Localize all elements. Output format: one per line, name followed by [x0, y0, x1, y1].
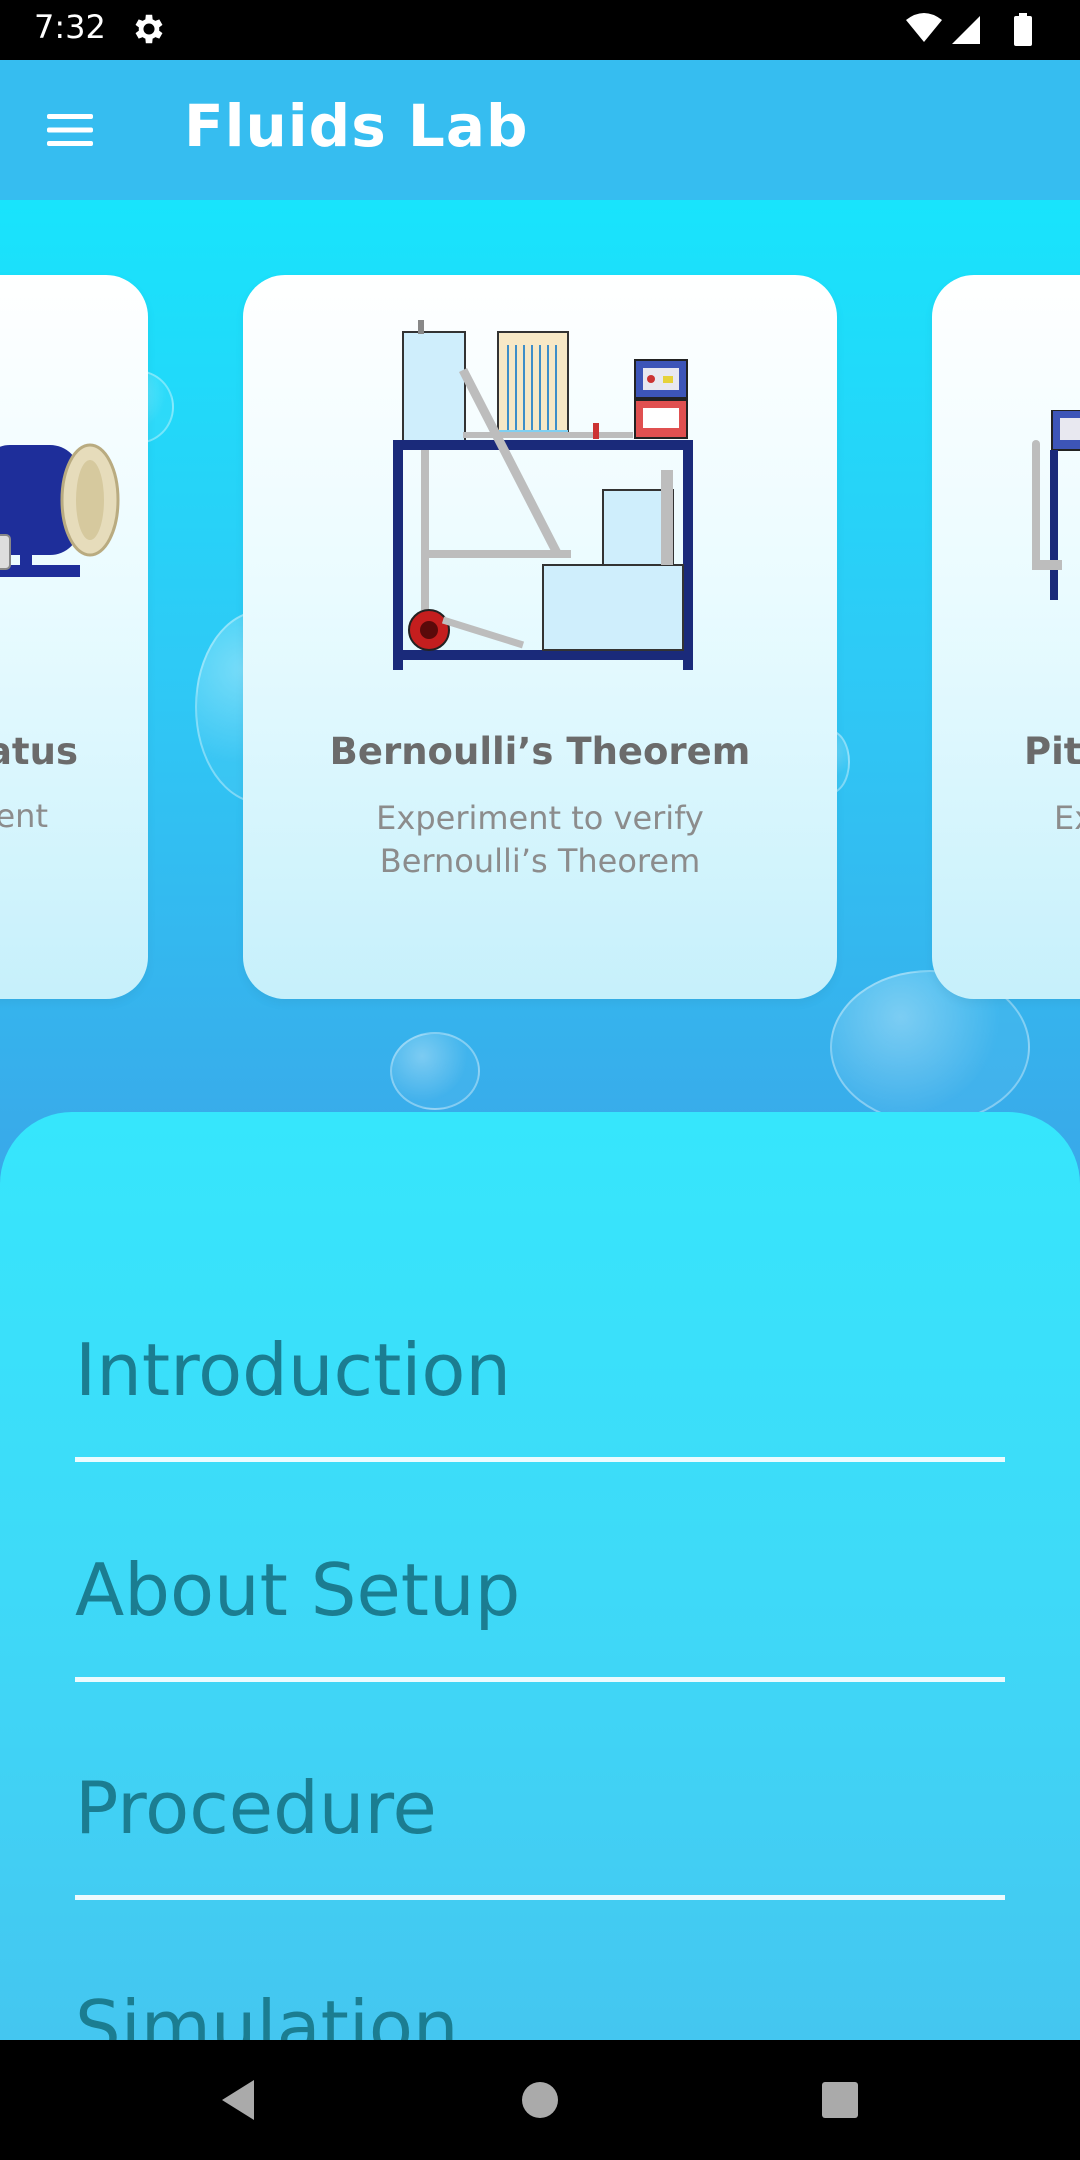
menu-item-label: Introduction — [75, 1328, 512, 1412]
home-button[interactable] — [510, 2070, 570, 2130]
wifi-icon — [906, 13, 942, 42]
menu-item-introduction[interactable]: Introduction — [75, 1282, 1005, 1462]
experiment-card-right[interactable]: Pit Ex — [932, 275, 1080, 999]
recents-icon — [822, 2082, 858, 2118]
back-button[interactable] — [208, 2070, 268, 2130]
card-description-line1: Experiment to verify — [376, 799, 704, 837]
battery-icon — [1014, 16, 1032, 46]
section-menu-sheet: Introduction About Setup Procedure Simul… — [0, 1112, 1080, 2119]
apparatus-illustration — [1032, 410, 1080, 600]
card-description: ent — [0, 797, 48, 835]
gear-icon — [135, 14, 163, 44]
experiment-card-left[interactable]: atus ent — [0, 275, 148, 999]
card-description: Ex — [1054, 799, 1080, 837]
back-icon — [222, 2080, 254, 2120]
card-title: atus — [0, 730, 78, 773]
bernoulli-apparatus-illustration — [393, 320, 693, 670]
divider — [75, 1677, 1005, 1682]
divider — [75, 1457, 1005, 1462]
app-bar: Fluids Lab — [0, 60, 1080, 200]
home-icon — [522, 2082, 558, 2118]
status-icons — [906, 13, 1032, 46]
divider — [75, 1895, 1005, 1900]
menu-button[interactable] — [30, 95, 110, 165]
bubble-decoration — [390, 1032, 480, 1110]
menu-item-about-setup[interactable]: About Setup — [75, 1502, 1005, 1682]
status-time: 7:32 — [34, 8, 106, 46]
card-description-line2: Bernoulli’s Theorem — [379, 842, 701, 880]
card-title: Pit — [1024, 730, 1080, 773]
status-bar: 7:32 — [0, 0, 1080, 60]
menu-item-label: About Setup — [75, 1548, 521, 1632]
app-title: Fluids Lab — [184, 92, 529, 160]
experiment-card-bernoulli[interactable]: Bernoulli’s Theorem Experiment to verify… — [243, 275, 837, 999]
system-nav-bar — [0, 2040, 1080, 2160]
hamburger-menu-icon — [47, 114, 93, 146]
card-title: Bernoulli’s Theorem — [329, 730, 751, 773]
menu-item-procedure[interactable]: Procedure — [75, 1720, 1005, 1900]
apparatus-illustration — [0, 443, 120, 577]
recents-button[interactable] — [810, 2070, 870, 2130]
menu-item-label: Procedure — [75, 1766, 437, 1850]
screen: 7:32 Fluids Lab tus ent Bernoulli’s Theo… — [0, 0, 1080, 2160]
